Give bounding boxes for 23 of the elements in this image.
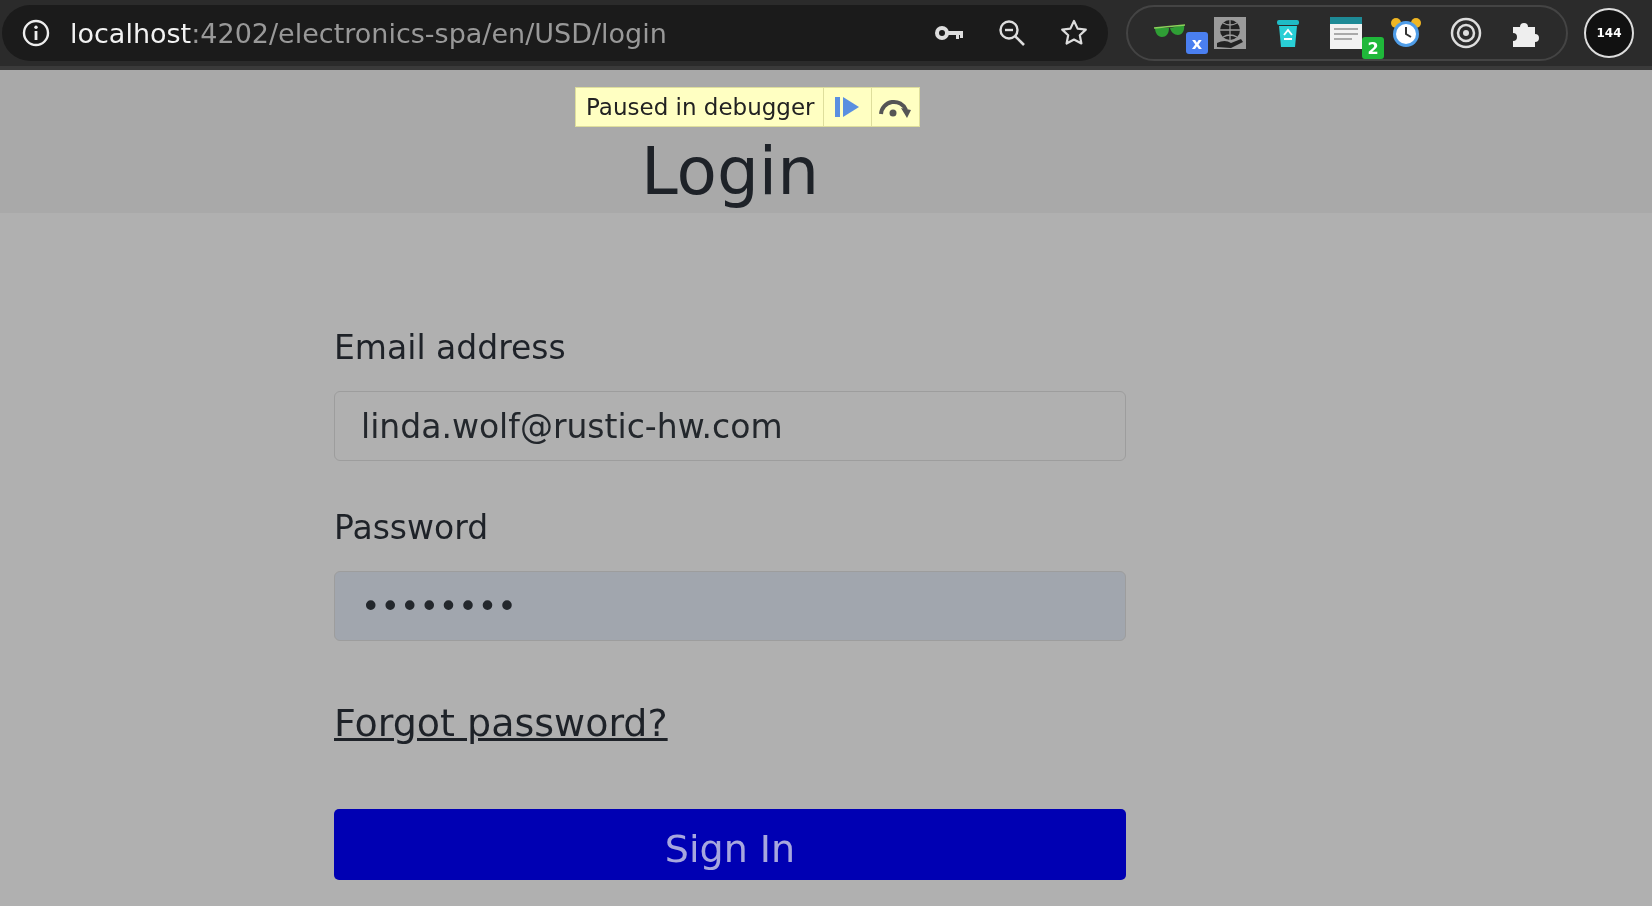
window-icon[interactable] bbox=[1330, 17, 1362, 49]
resume-icon bbox=[834, 96, 861, 118]
extension-badge: 2 bbox=[1362, 37, 1384, 59]
info-icon[interactable] bbox=[22, 19, 50, 47]
field-label: Email address bbox=[334, 328, 567, 367]
password-field[interactable]: •••••••• bbox=[334, 571, 1126, 641]
extension-badge: x bbox=[1186, 32, 1208, 54]
url-text: localhost:4202/electronics-spa/en/USD/login bbox=[70, 17, 668, 49]
key-icon[interactable] bbox=[934, 23, 964, 43]
sign-in-button[interactable]: Sign In bbox=[334, 809, 1126, 880]
email-field[interactable]: linda.wolf@rustic-hw.com bbox=[334, 391, 1126, 461]
forgot-password-link[interactable]: Forgot password? bbox=[334, 701, 668, 745]
banner-text: Paused in debugger bbox=[585, 93, 816, 122]
globe-hand-icon[interactable] bbox=[1214, 17, 1246, 49]
target-icon[interactable] bbox=[1450, 17, 1482, 49]
alarm-clock-icon[interactable] bbox=[1390, 17, 1422, 49]
zoom-out-icon[interactable] bbox=[998, 19, 1026, 47]
recycle-bin-icon[interactable] bbox=[1274, 17, 1302, 49]
address-bar[interactable]: localhost:4202/electronics-spa/en/USD/login bbox=[2, 5, 1108, 61]
star-icon[interactable] bbox=[1060, 19, 1088, 47]
profile-avatar[interactable]: 144 bbox=[1584, 8, 1634, 58]
field-label: Password bbox=[334, 508, 490, 547]
page-title: Login bbox=[640, 132, 820, 212]
